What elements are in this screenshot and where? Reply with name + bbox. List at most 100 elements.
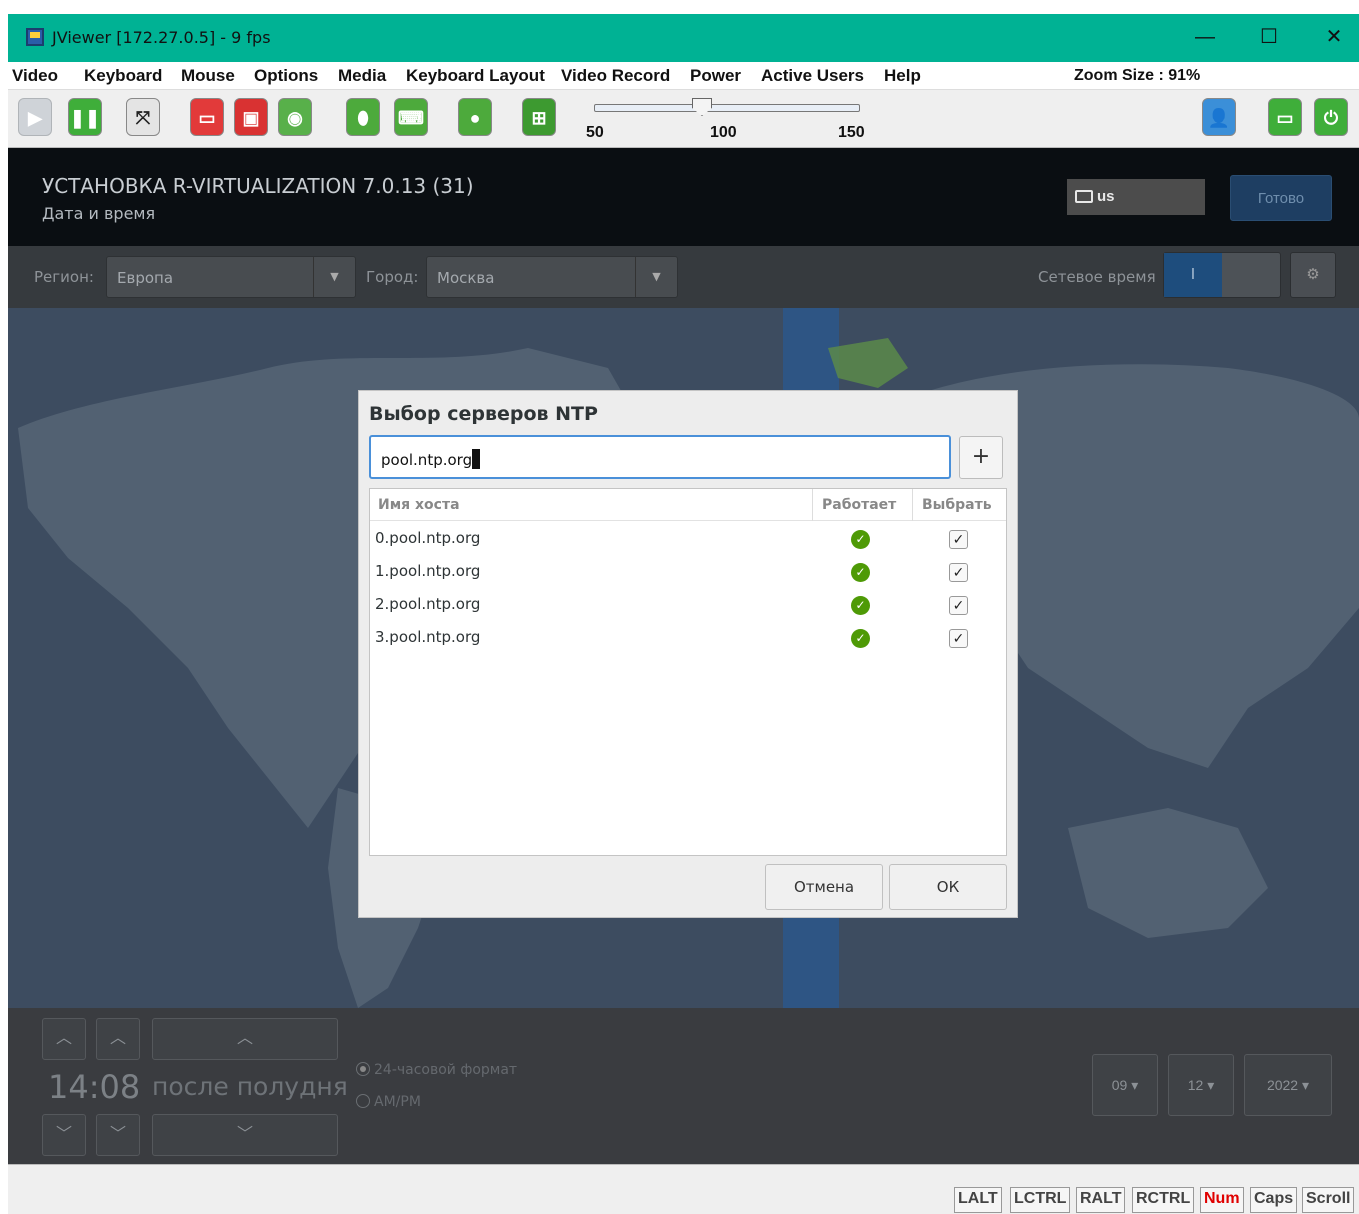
city-value: Москва bbox=[437, 269, 495, 287]
chevron-up-icon: ︿ bbox=[55, 1030, 72, 1047]
column-working[interactable]: Работает bbox=[822, 497, 896, 513]
key-ralt[interactable]: RALT bbox=[1076, 1187, 1126, 1213]
toggle-on-indicator: I bbox=[1164, 253, 1222, 297]
monitor-icon[interactable]: ▭ bbox=[1268, 98, 1302, 136]
text-cursor bbox=[472, 449, 481, 469]
menu-keyboard-layout[interactable]: Keyboard Layout bbox=[406, 66, 545, 86]
window-title: JViewer [172.27.0.5] - 9 fps bbox=[52, 28, 271, 47]
pause-icon[interactable]: ❚❚ bbox=[68, 98, 102, 136]
menu-video[interactable]: Video bbox=[12, 66, 58, 86]
save-icon[interactable]: ▣ bbox=[234, 98, 268, 136]
hour-up-button[interactable]: ︿ bbox=[42, 1018, 86, 1060]
keyboard-icon[interactable]: ⌨ bbox=[394, 98, 428, 136]
key-caps[interactable]: Caps bbox=[1250, 1187, 1298, 1213]
menu-keyboard[interactable]: Keyboard bbox=[84, 66, 162, 86]
timezone-bar: Регион: Европа ▼ Город: Москва ▼ Сетевое… bbox=[8, 246, 1359, 308]
select-checkbox[interactable]: ✓ bbox=[949, 596, 968, 615]
window-titlebar: JViewer [172.27.0.5] - 9 fps — ☐ ✕ bbox=[8, 14, 1359, 62]
zoom-size-label: Zoom Size : 91% bbox=[1074, 67, 1201, 84]
period-up-button[interactable]: ︿ bbox=[152, 1018, 338, 1060]
city-combo[interactable]: Москва ▼ bbox=[426, 256, 678, 298]
network-time-label: Сетевое время bbox=[1038, 268, 1156, 286]
format-ampm-radio[interactable]: AM/PM bbox=[356, 1094, 421, 1110]
zoom-min-label: 50 bbox=[586, 124, 604, 141]
region-combo[interactable]: Европа ▼ bbox=[106, 256, 356, 298]
app-icon bbox=[26, 28, 44, 46]
table-header bbox=[370, 489, 1006, 521]
city-label: Город: bbox=[366, 268, 419, 286]
hour-down-button[interactable]: ﹀ bbox=[42, 1114, 86, 1156]
chevron-down-icon: ﹀ bbox=[109, 1126, 126, 1143]
select-checkbox[interactable]: ✓ bbox=[949, 629, 968, 648]
video-record-icon[interactable]: ● bbox=[458, 98, 492, 136]
add-server-button[interactable]: + bbox=[959, 436, 1003, 479]
fullscreen-icon[interactable]: ⤧ bbox=[126, 98, 160, 136]
table-row[interactable]: 3.pool.ntp.org ✓ ✓ bbox=[370, 622, 1006, 655]
format-ampm-label: AM/PM bbox=[374, 1094, 421, 1110]
month-combo[interactable]: 12 ▾ bbox=[1168, 1054, 1234, 1116]
menu-mouse[interactable]: Mouse bbox=[181, 66, 235, 86]
year-combo[interactable]: 2022 ▾ bbox=[1244, 1054, 1332, 1116]
check-circle-icon: ✓ bbox=[851, 563, 870, 582]
server-host: 3.pool.ntp.org bbox=[375, 628, 481, 646]
table-row[interactable]: 0.pool.ntp.org ✓ ✓ bbox=[370, 523, 1006, 556]
column-host[interactable]: Имя хоста bbox=[378, 497, 460, 513]
radio-dot bbox=[356, 1094, 370, 1108]
select-checkbox[interactable]: ✓ bbox=[949, 563, 968, 582]
server-host: 0.pool.ntp.org bbox=[375, 529, 481, 547]
user-icon[interactable]: 👤 bbox=[1202, 98, 1236, 136]
soft-keyboard-icon[interactable]: ⊞ bbox=[522, 98, 556, 136]
done-button[interactable]: Готово bbox=[1230, 175, 1332, 221]
keyboard-icon bbox=[1075, 190, 1093, 203]
maximize-button[interactable]: ☐ bbox=[1246, 20, 1292, 54]
power-icon[interactable]: ⏻ bbox=[1314, 98, 1348, 136]
minute-up-button[interactable]: ︿ bbox=[96, 1018, 140, 1060]
key-rctrl[interactable]: RCTRL bbox=[1132, 1187, 1195, 1213]
period-down-button[interactable]: ﹀ bbox=[152, 1114, 338, 1156]
installer-header: УСТАНОВКА R-VIRTUALIZATION 7.0.13 (31) Д… bbox=[8, 148, 1359, 246]
close-button[interactable]: ✕ bbox=[1311, 20, 1357, 54]
chevron-down-icon: ﹀ bbox=[55, 1126, 72, 1143]
cancel-button[interactable]: Отмена bbox=[765, 864, 883, 910]
menu-video-record[interactable]: Video Record bbox=[561, 66, 670, 86]
keyboard-layout-label: us bbox=[1097, 188, 1115, 205]
key-lctrl[interactable]: LCTRL bbox=[1010, 1187, 1071, 1213]
key-scroll[interactable]: Scroll bbox=[1302, 1187, 1355, 1213]
column-select[interactable]: Выбрать bbox=[922, 497, 992, 513]
minimize-button[interactable]: — bbox=[1182, 20, 1228, 54]
day-combo[interactable]: 09 ▾ bbox=[1092, 1054, 1158, 1116]
minute-down-button[interactable]: ﹀ bbox=[96, 1114, 140, 1156]
network-time-toggle[interactable]: I bbox=[1163, 252, 1281, 298]
server-host: 1.pool.ntp.org bbox=[375, 562, 481, 580]
ntp-servers-dialog: Выбор серверов NTP pool.ntp.org + Имя хо… bbox=[358, 390, 1018, 918]
menu-power[interactable]: Power bbox=[690, 66, 741, 86]
year-value: 2022 bbox=[1266, 1077, 1299, 1093]
stop-recording-icon[interactable]: ▭ bbox=[190, 98, 224, 136]
time-date-panel: ︿ ︿ ︿ 14:08 после полудня ﹀ ﹀ ﹀ 24-часов… bbox=[8, 1008, 1359, 1164]
menu-active-users[interactable]: Active Users bbox=[761, 66, 864, 86]
radio-dot bbox=[356, 1062, 370, 1076]
gear-icon[interactable]: ⚙ bbox=[1290, 252, 1336, 298]
month-value: 12 bbox=[1187, 1077, 1204, 1093]
menu-media[interactable]: Media bbox=[338, 66, 386, 86]
play-icon[interactable]: ▶ bbox=[18, 98, 52, 136]
key-num[interactable]: Num bbox=[1200, 1187, 1244, 1213]
table-row[interactable]: 2.pool.ntp.org ✓ ✓ bbox=[370, 589, 1006, 622]
menu-options[interactable]: Options bbox=[254, 66, 318, 86]
select-checkbox[interactable]: ✓ bbox=[949, 530, 968, 549]
ok-button[interactable]: ОК bbox=[889, 864, 1007, 910]
server-host: 2.pool.ntp.org bbox=[375, 595, 481, 613]
ntp-server-input[interactable]: pool.ntp.org bbox=[369, 435, 951, 479]
menu-help[interactable]: Help bbox=[884, 66, 921, 86]
zoom-slider[interactable] bbox=[594, 104, 860, 112]
table-row[interactable]: 1.pool.ntp.org ✓ ✓ bbox=[370, 556, 1006, 589]
chevron-down-icon: ▼ bbox=[313, 257, 355, 297]
zoom-mid-label: 100 bbox=[710, 124, 737, 141]
mouse-icon[interactable]: ⬮ bbox=[346, 98, 380, 136]
format-24h-radio[interactable]: 24-часовой формат bbox=[356, 1062, 517, 1078]
key-lalt[interactable]: LALT bbox=[954, 1187, 1002, 1213]
zoom-slider-thumb[interactable] bbox=[692, 98, 712, 116]
zoom-max-label: 150 bbox=[838, 124, 865, 141]
cd-icon[interactable]: ◉ bbox=[278, 98, 312, 136]
keyboard-layout-indicator[interactable]: us bbox=[1067, 179, 1205, 215]
